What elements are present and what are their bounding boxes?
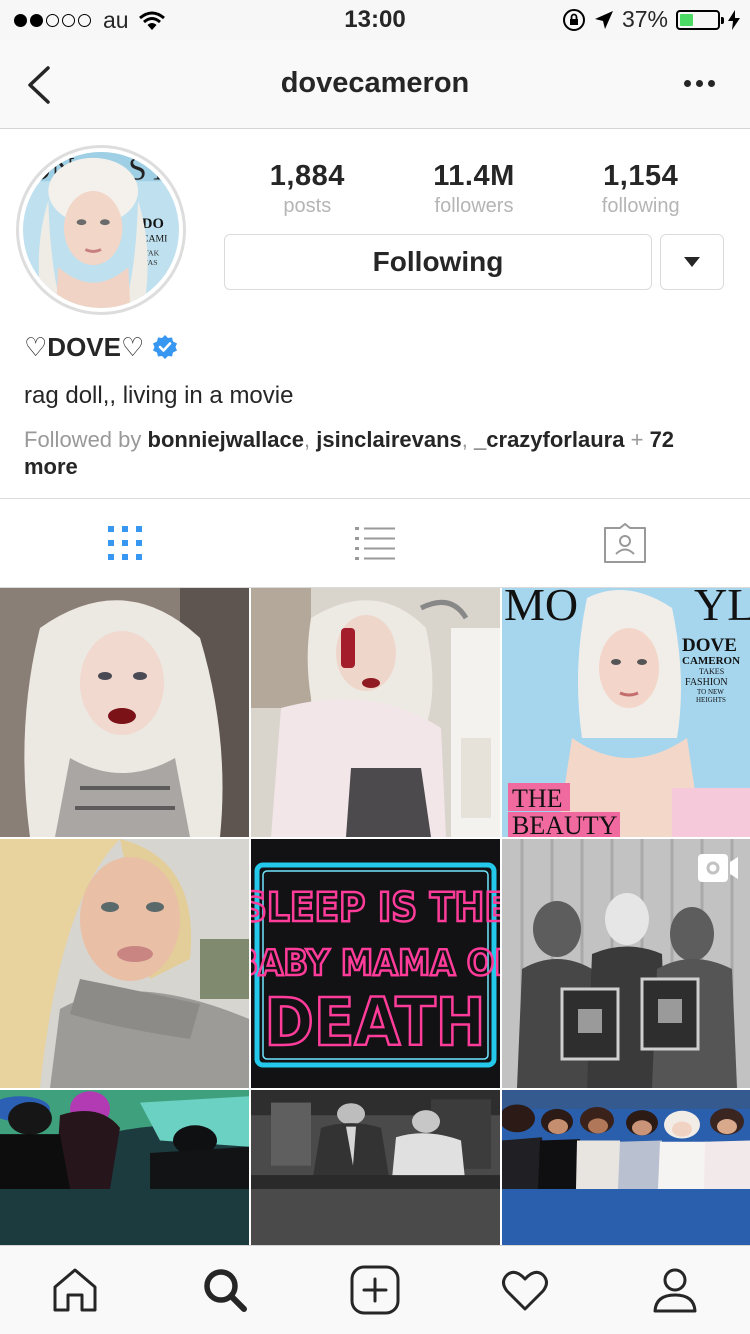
location-arrow-icon [594, 10, 613, 29]
battery-percent: 37% [621, 6, 668, 32]
bio-text: rag doll,, living in a movie [24, 382, 294, 409]
profile-icon [653, 1268, 697, 1313]
tagged-icon [604, 523, 646, 563]
stat-label: followers [434, 195, 514, 217]
status-bar: au 13:00 37% [0, 0, 750, 40]
cover-headline: TAKES [699, 667, 724, 676]
more-dot [684, 79, 691, 87]
neon-line: SLEEP IS THE [251, 885, 500, 931]
cover-headline: FASHION [685, 677, 728, 688]
stat-followers[interactable]: 11.4M followers [391, 160, 558, 218]
more-options-button[interactable] [684, 68, 720, 98]
cover-banner: BEAUTY [512, 811, 618, 837]
posts-grid: MO YLE DOVE CAMERON TAKES FASHION TO NEW… [0, 588, 750, 1245]
profile-stats: 1,884 posts 11.4M followers 1,154 follow… [224, 160, 724, 218]
rotation-lock-icon [562, 8, 585, 31]
profile-avatar[interactable]: ON SY DO CAMI TAK FAS [16, 145, 186, 315]
search-icon [204, 1269, 247, 1312]
cover-headline: TO NEW [697, 688, 724, 696]
following-button[interactable]: Following [224, 234, 652, 290]
post-thumbnail[interactable] [251, 588, 500, 837]
followed-by-text[interactable]: Followed by bonniejwallace, jsinclaireva… [24, 426, 724, 480]
battery-icon [676, 9, 724, 30]
svg-text:MO: MO [504, 588, 578, 630]
svg-text:DO: DO [142, 216, 164, 232]
tab-profile[interactable] [600, 1246, 750, 1334]
stat-value: 1,154 [603, 160, 679, 192]
post-thumbnail[interactable] [0, 839, 249, 1088]
post-thumbnail[interactable] [502, 839, 750, 1088]
mutual-follower-link[interactable]: bonniejwallace [148, 427, 305, 452]
stat-following[interactable]: 1,154 following [557, 160, 724, 218]
list-icon [355, 527, 395, 560]
followed-by-prefix: Followed by [24, 427, 142, 452]
post-thumbnail[interactable] [0, 1090, 249, 1245]
stat-label: posts [283, 195, 332, 217]
tab-home[interactable] [0, 1246, 150, 1334]
mutual-follower-link[interactable]: jsinclairevans [316, 427, 462, 452]
cover-headline: HEIGHTS [696, 696, 726, 704]
cover-headline: CAMERON [682, 655, 740, 667]
avatar-image: ON SY DO CAMI TAK FAS [23, 152, 179, 308]
tab-activity[interactable] [450, 1246, 600, 1334]
verified-badge-icon [153, 335, 178, 359]
navigation-bar: dovecameron [0, 40, 750, 129]
post-thumbnail[interactable] [0, 588, 249, 837]
post-thumbnail[interactable]: SLEEP IS THE BABY MAMA OF DEATH [251, 839, 500, 1088]
stat-label: following [601, 195, 680, 217]
profile-username-title: dovecameron [280, 67, 470, 99]
stat-value: 1,884 [269, 160, 345, 192]
stat-value: 11.4M [433, 160, 515, 192]
charging-bolt-icon [728, 9, 740, 30]
cover-banner: THE [512, 784, 563, 813]
neon-line: DEATH [265, 984, 486, 1061]
profile-bio: ♡DOVE♡ rag doll,, living in a movie Foll… [24, 330, 724, 480]
followed-by-plus: + [630, 427, 644, 452]
mutual-follower-link[interactable]: _crazyforlaura [474, 427, 624, 452]
more-followers-count[interactable]: 72 [650, 427, 674, 452]
grid-icon [108, 526, 142, 560]
bottom-tab-bar [0, 1245, 750, 1334]
home-icon [53, 1268, 97, 1312]
tab-tagged-view[interactable] [500, 499, 750, 587]
video-icon [698, 854, 738, 882]
profile-name-row: ♡DOVE♡ [24, 330, 724, 364]
more-followers-link[interactable]: more [24, 454, 78, 479]
status-right: 37% [562, 6, 740, 33]
profile-name: ♡DOVE♡ [24, 331, 145, 362]
add-icon [350, 1265, 400, 1315]
profile-view-tabs [0, 498, 750, 588]
post-thumbnail[interactable] [251, 1090, 500, 1245]
tab-search[interactable] [150, 1246, 300, 1334]
triangle-down-icon [684, 257, 700, 267]
tab-new-post[interactable] [300, 1246, 450, 1334]
more-dot [696, 79, 703, 87]
battery-fill [680, 13, 694, 26]
neon-line: BABY MAMA OF [251, 943, 500, 984]
cover-headline: DOVE [682, 635, 737, 656]
post-thumbnail[interactable] [502, 1090, 750, 1245]
heart-icon [502, 1270, 548, 1311]
tab-grid-view[interactable] [0, 499, 250, 587]
suggested-users-dropdown-button[interactable] [660, 234, 724, 290]
stat-posts[interactable]: 1,884 posts [224, 160, 391, 218]
more-dot [708, 79, 715, 87]
tab-list-view[interactable] [250, 499, 500, 587]
post-thumbnail[interactable]: MO YLE DOVE CAMERON TAKES FASHION TO NEW… [502, 588, 750, 837]
svg-text:YLE: YLE [694, 588, 750, 630]
